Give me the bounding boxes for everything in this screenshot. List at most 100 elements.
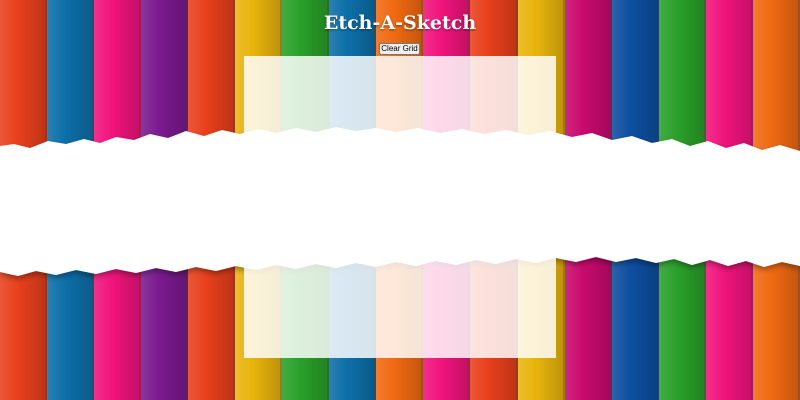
grid-cell[interactable] <box>361 320 381 339</box>
grid-cell[interactable] <box>244 56 264 75</box>
grid-cell[interactable] <box>244 264 264 283</box>
grid-cell[interactable] <box>420 150 440 169</box>
grid-cell[interactable] <box>517 207 537 226</box>
grid-cell[interactable] <box>361 264 381 283</box>
grid-cell[interactable] <box>381 207 401 226</box>
grid-cell[interactable] <box>361 207 381 226</box>
grid-cell[interactable] <box>342 207 362 226</box>
grid-cell[interactable] <box>420 283 440 302</box>
grid-cell[interactable] <box>342 301 362 320</box>
grid-cell[interactable] <box>400 283 420 302</box>
grid-cell[interactable] <box>517 188 537 207</box>
grid-cell[interactable] <box>478 150 498 169</box>
grid-cell[interactable] <box>459 245 479 264</box>
grid-cell[interactable] <box>478 75 498 94</box>
grid-cell[interactable] <box>303 264 323 283</box>
grid-cell[interactable] <box>517 94 537 113</box>
grid-cell[interactable] <box>322 169 342 188</box>
grid-cell[interactable] <box>244 132 264 151</box>
grid-cell[interactable] <box>342 188 362 207</box>
grid-cell[interactable] <box>478 301 498 320</box>
grid-cell[interactable] <box>264 150 284 169</box>
grid-cell[interactable] <box>498 132 518 151</box>
grid-cell[interactable] <box>420 339 440 358</box>
grid-cell[interactable] <box>400 94 420 113</box>
grid-cell[interactable] <box>459 169 479 188</box>
grid-cell[interactable] <box>264 264 284 283</box>
grid-cell[interactable] <box>322 226 342 245</box>
grid-cell[interactable] <box>400 56 420 75</box>
grid-cell[interactable] <box>420 245 440 264</box>
grid-cell[interactable] <box>244 150 264 169</box>
grid-cell[interactable] <box>381 320 401 339</box>
grid-cell[interactable] <box>400 226 420 245</box>
grid-cell[interactable] <box>517 283 537 302</box>
grid-cell[interactable] <box>264 56 284 75</box>
grid-cell[interactable] <box>264 301 284 320</box>
grid-cell[interactable] <box>400 320 420 339</box>
grid-cell[interactable] <box>537 56 557 75</box>
grid-cell[interactable] <box>517 264 537 283</box>
grid-cell[interactable] <box>303 226 323 245</box>
grid-cell[interactable] <box>283 169 303 188</box>
grid-cell[interactable] <box>478 320 498 339</box>
grid-cell[interactable] <box>517 56 537 75</box>
grid-cell[interactable] <box>322 188 342 207</box>
grid-cell[interactable] <box>459 339 479 358</box>
grid-cell[interactable] <box>381 169 401 188</box>
grid-cell[interactable] <box>381 339 401 358</box>
grid-cell[interactable] <box>283 207 303 226</box>
grid-cell[interactable] <box>400 150 420 169</box>
grid-cell[interactable] <box>517 150 537 169</box>
grid-cell[interactable] <box>478 169 498 188</box>
grid-cell[interactable] <box>264 94 284 113</box>
grid-cell[interactable] <box>244 283 264 302</box>
grid-cell[interactable] <box>303 188 323 207</box>
grid-cell[interactable] <box>342 56 362 75</box>
grid-cell[interactable] <box>303 245 323 264</box>
grid-cell[interactable] <box>478 264 498 283</box>
grid-cell[interactable] <box>517 320 537 339</box>
grid-cell[interactable] <box>361 245 381 264</box>
grid-cell[interactable] <box>439 226 459 245</box>
grid-cell[interactable] <box>420 320 440 339</box>
grid-cell[interactable] <box>439 339 459 358</box>
grid-cell[interactable] <box>420 113 440 132</box>
grid-cell[interactable] <box>303 207 323 226</box>
grid-cell[interactable] <box>264 75 284 94</box>
grid-cell[interactable] <box>517 169 537 188</box>
grid-cell[interactable] <box>498 56 518 75</box>
grid-cell[interactable] <box>517 132 537 151</box>
grid-cell[interactable] <box>381 283 401 302</box>
grid-cell[interactable] <box>342 132 362 151</box>
grid-cell[interactable] <box>342 113 362 132</box>
grid-cell[interactable] <box>264 339 284 358</box>
grid-cell[interactable] <box>322 75 342 94</box>
grid-cell[interactable] <box>498 207 518 226</box>
grid-cell[interactable] <box>498 75 518 94</box>
grid-cell[interactable] <box>498 301 518 320</box>
grid-cell[interactable] <box>498 245 518 264</box>
grid-cell[interactable] <box>478 207 498 226</box>
grid-cell[interactable] <box>381 113 401 132</box>
grid-cell[interactable] <box>439 113 459 132</box>
grid-cell[interactable] <box>498 339 518 358</box>
grid-cell[interactable] <box>283 320 303 339</box>
grid-cell[interactable] <box>439 56 459 75</box>
grid-cell[interactable] <box>381 245 401 264</box>
grid-cell[interactable] <box>498 94 518 113</box>
grid-cell[interactable] <box>400 169 420 188</box>
grid-cell[interactable] <box>459 132 479 151</box>
grid-cell[interactable] <box>361 339 381 358</box>
grid-cell[interactable] <box>439 264 459 283</box>
grid-cell[interactable] <box>361 75 381 94</box>
grid-cell[interactable] <box>361 113 381 132</box>
grid-cell[interactable] <box>303 75 323 94</box>
grid-cell[interactable] <box>439 301 459 320</box>
grid-cell[interactable] <box>498 264 518 283</box>
grid-cell[interactable] <box>478 113 498 132</box>
grid-cell[interactable] <box>400 188 420 207</box>
grid-cell[interactable] <box>439 245 459 264</box>
grid-cell[interactable] <box>537 301 557 320</box>
grid-cell[interactable] <box>420 94 440 113</box>
